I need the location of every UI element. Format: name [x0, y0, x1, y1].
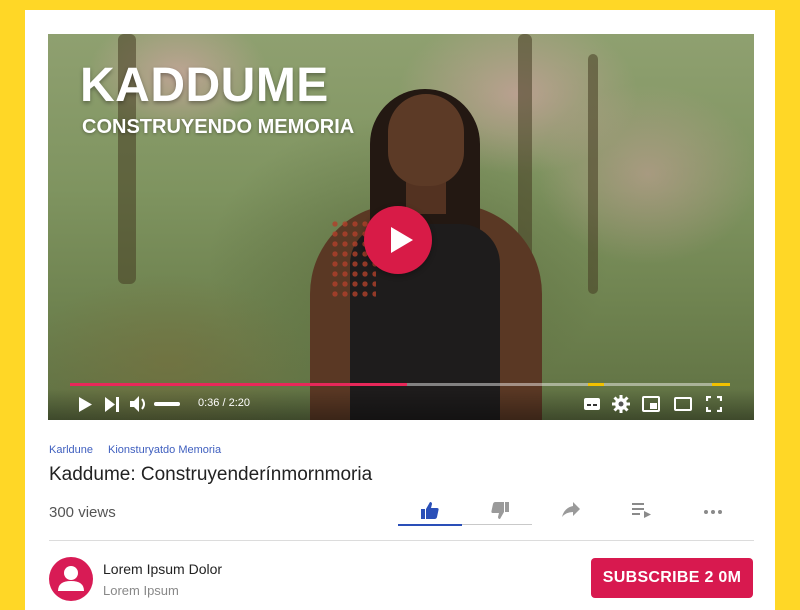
more-actions-button[interactable]	[680, 496, 744, 526]
sentiment-bar	[462, 524, 532, 525]
time-display: 0:36 / 2:20	[198, 397, 250, 409]
video-player[interactable]: KADDUME CONSTRUYENDO MEMORIA 0:36 / 2:20	[48, 34, 754, 420]
volume-icon[interactable]	[130, 396, 148, 417]
share-button[interactable]	[539, 496, 603, 526]
presenter-face	[388, 94, 464, 186]
volume-slider[interactable]	[154, 402, 180, 406]
content-card: KADDUME CONSTRUYENDO MEMORIA 0:36 / 2:20	[25, 10, 775, 610]
breadcrumb-channel-link[interactable]: Karldune	[49, 444, 93, 456]
section-divider	[49, 540, 754, 541]
settings-icon[interactable]	[612, 395, 630, 418]
save-to-playlist-button[interactable]	[609, 496, 673, 526]
dislike-icon	[491, 502, 509, 519]
fullscreen-icon[interactable]	[705, 395, 723, 417]
dislike-button[interactable]	[468, 496, 532, 526]
view-count: 300 views	[49, 504, 116, 521]
video-overlay-title: KADDUME	[80, 59, 329, 112]
subscribe-button[interactable]: SUBSCRIBE 2 0M	[591, 558, 753, 598]
subtitles-icon[interactable]	[583, 396, 601, 417]
next-icon[interactable]	[104, 397, 120, 417]
avatar[interactable]	[49, 557, 93, 601]
play-button[interactable]	[364, 206, 432, 274]
progress-fill	[70, 383, 408, 386]
user-icon	[58, 566, 84, 591]
like-icon	[421, 502, 439, 519]
breadcrumb-playlist-link[interactable]: Kionsturyatdo Memoria	[108, 444, 221, 456]
video-overlay-subtitle: CONSTRUYENDO MEMORIA	[82, 116, 355, 138]
miniplayer-icon[interactable]	[642, 396, 660, 417]
channel-subtitle: Lorem Ipsum	[103, 583, 179, 598]
share-icon	[562, 502, 580, 517]
background-tree	[588, 54, 598, 294]
video-title: Kaddume: Construyenderínmornmoria	[49, 464, 373, 485]
chapter-marker	[712, 383, 730, 386]
player-controls: 0:36 / 2:20	[48, 389, 754, 420]
channel-name[interactable]: Lorem Ipsum Dolor	[103, 561, 222, 577]
add-to-playlist-icon	[632, 503, 651, 518]
chapter-marker	[588, 383, 604, 386]
theater-mode-icon[interactable]	[674, 397, 692, 416]
play-icon[interactable]	[78, 397, 92, 417]
progress-bar[interactable]	[70, 383, 730, 386]
volume-level	[154, 402, 180, 406]
like-button[interactable]	[398, 496, 462, 526]
like-active-indicator	[398, 524, 462, 526]
more-icon	[704, 510, 722, 514]
